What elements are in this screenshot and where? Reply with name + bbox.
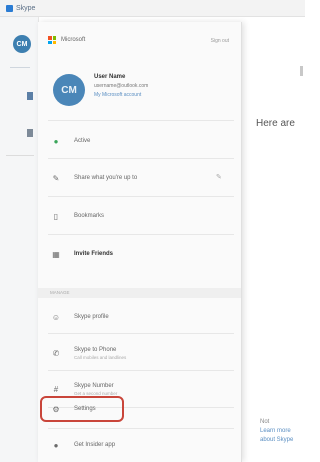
- menu-item-bookmarks[interactable]: ▯ Bookmarks: [38, 201, 241, 231]
- divider: [48, 333, 234, 334]
- left-rail: CM: [0, 17, 39, 462]
- rail-calls-icon[interactable]: [27, 129, 33, 137]
- bookmark-icon: ▯: [53, 211, 59, 221]
- sign-out-link[interactable]: Sign out: [211, 38, 229, 44]
- divider: [48, 196, 234, 197]
- skype-app-icon: [6, 4, 13, 12]
- divider: [48, 428, 234, 429]
- divider: [48, 370, 234, 371]
- divider: [48, 120, 234, 121]
- menu-item-status[interactable]: ● Active: [38, 126, 241, 156]
- microsoft-label: Microsoft: [61, 37, 86, 43]
- background-heading: Here are: [256, 118, 295, 129]
- edit-mood-icon[interactable]: ✎: [216, 173, 227, 181]
- menu-item-text: Skype to Phone Call mobiles and landline…: [74, 347, 126, 360]
- status-icon: ●: [53, 136, 59, 146]
- menu-item-label: Skype to Phone: [74, 346, 117, 353]
- menu-item-label: Get Insider app: [74, 442, 116, 448]
- menu-item-label: Bookmarks: [74, 213, 105, 219]
- profile-icon: ☺: [51, 312, 61, 322]
- menu-item-label: Skype profile: [74, 314, 109, 320]
- section-header-manage: MANAGE: [38, 288, 241, 298]
- divider: [48, 158, 234, 159]
- rail-avatar[interactable]: CM: [13, 35, 31, 53]
- menu-item-label: Invite Friends: [74, 251, 114, 257]
- menu-item-invite-friends[interactable]: ▦ Invite Friends: [38, 239, 241, 269]
- window-title: Skype: [16, 4, 36, 12]
- rail-divider: [10, 67, 30, 68]
- rail-chat-icon[interactable]: [27, 92, 33, 100]
- menu-item-insider-app[interactable]: ● Get Insider app: [38, 432, 241, 458]
- menu-item-label: Skype Number: [74, 382, 114, 389]
- divider: [48, 234, 234, 235]
- menu-item-label: Share what you're up to: [74, 175, 138, 181]
- menu-item-skype-profile[interactable]: ☺ Skype profile: [38, 302, 241, 332]
- rail-divider-2: [6, 155, 34, 156]
- invite-icon: ▦: [52, 249, 60, 259]
- lightbulb-icon: ●: [53, 440, 59, 450]
- menu-item-text: Skype Number Get a second number: [74, 383, 117, 396]
- menu-item-subtitle: Call mobiles and landlines: [74, 354, 127, 360]
- menu-item-subtitle: Get a second number: [74, 390, 118, 396]
- profile-email: username@outlook.com: [94, 83, 149, 89]
- background-indicator: [300, 66, 303, 76]
- footer-line-1: Not: [260, 419, 270, 425]
- number-icon: #: [53, 384, 59, 394]
- background-footer: Not Learn more about Skype: [260, 418, 305, 445]
- menu-item-label: Active: [74, 138, 91, 144]
- footer-link[interactable]: Learn more about Skype: [260, 427, 305, 445]
- profile-avatar[interactable]: CM: [53, 74, 85, 106]
- menu-item-skype-to-phone[interactable]: ✆ Skype to Phone Call mobiles and landli…: [38, 338, 241, 368]
- settings-highlight-box: [40, 396, 124, 422]
- microsoft-logo-icon: [48, 36, 56, 44]
- account-link[interactable]: My Microsoft account: [94, 92, 141, 98]
- profile-name: User Name: [94, 74, 126, 80]
- menu-item-mood[interactable]: ✎ Share what you're up to: [38, 163, 241, 193]
- window-titlebar: Skype: [0, 0, 305, 17]
- phone-icon: ✆: [52, 348, 60, 358]
- mood-icon: ✎: [52, 173, 60, 183]
- microsoft-brand: Microsoft: [48, 36, 85, 44]
